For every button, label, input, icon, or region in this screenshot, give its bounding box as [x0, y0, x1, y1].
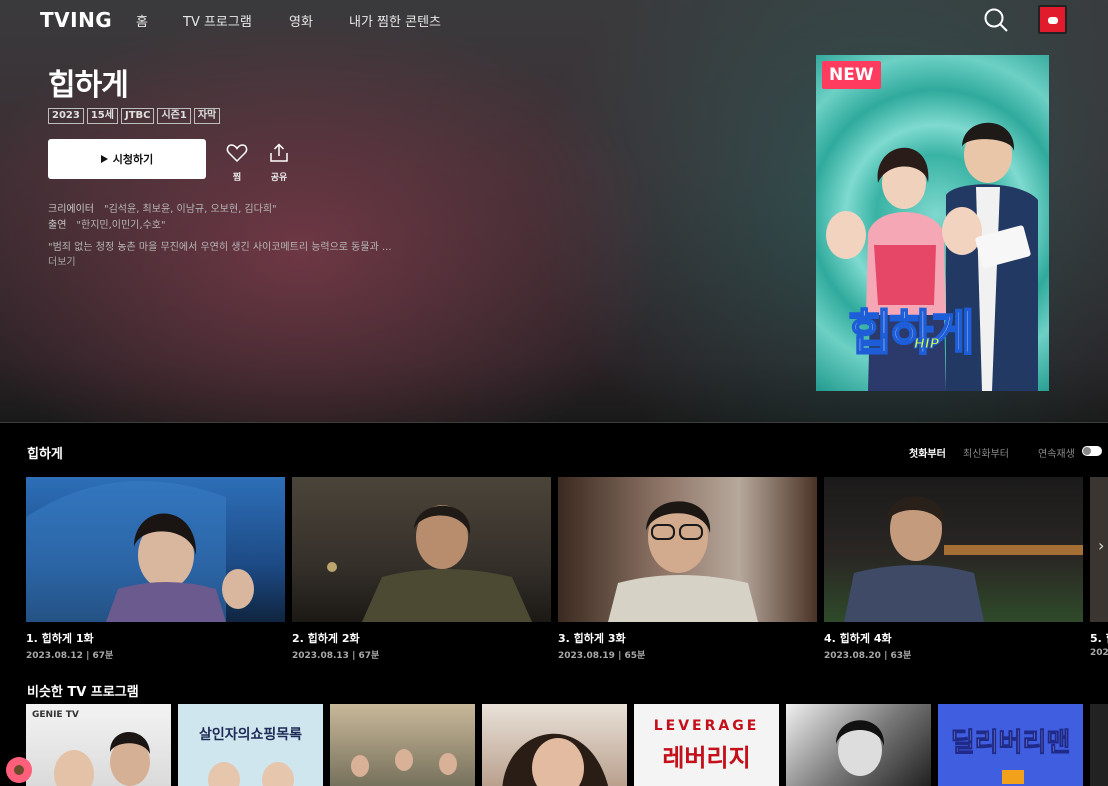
- delivery-box-icon: [1002, 770, 1024, 784]
- new-badge: NEW: [822, 61, 881, 89]
- play-icon: [100, 155, 108, 163]
- creator-row: 크리에이터 "김석윤, 최보윤, 이남규, 오보현, 김다희": [48, 200, 277, 215]
- top-nav: TVING 홈 TV 프로그램 영화 내가 찜한 콘텐츠: [0, 0, 1108, 40]
- nav-tv-program[interactable]: TV 프로그램: [183, 11, 252, 30]
- profile-avatar[interactable]: [1038, 5, 1067, 34]
- share-label: 공유: [270, 173, 288, 183]
- synopsis: "범죄 없는 청정 농촌 마을 무진에서 우연히 생긴 사이코메트리 능력으로 …: [48, 242, 392, 253]
- nav-my-list[interactable]: 내가 찜한 콘텐츠: [349, 11, 441, 30]
- share-icon: [270, 143, 288, 162]
- similar-item-art: [208, 762, 294, 786]
- autoplay-label: 연속재생: [1038, 449, 1075, 460]
- creator-key: 크리에이터: [48, 204, 94, 215]
- similar-item-label-2: 레버리지: [662, 744, 751, 772]
- search-icon[interactable]: [983, 7, 1009, 33]
- profile-face-icon: [1048, 17, 1058, 24]
- episode-title: 4. 힙하게 4화: [824, 632, 892, 645]
- similar-item-label: LEVERAGE: [653, 718, 760, 734]
- episode-meta: 2023.08.20 | 63분: [824, 651, 912, 661]
- episode-meta: 202: [1090, 648, 1108, 658]
- similar-item[interactable]: [1090, 704, 1108, 786]
- similar-item[interactable]: [482, 704, 627, 786]
- creator-value: "김석윤, 최보윤, 이남규, 오보현, 김다희": [104, 204, 277, 215]
- poster-subtitle: HIP: [913, 337, 940, 353]
- heart-icon: [226, 144, 248, 163]
- episode-thumbnail[interactable]: [26, 477, 285, 622]
- sort-first-button[interactable]: 첫화부터: [909, 445, 946, 460]
- flower-icon: [6, 757, 32, 783]
- episode-meta: 2023.08.19 | 65분: [558, 651, 646, 661]
- sort-latest-button[interactable]: 최신화부터: [963, 445, 1009, 460]
- cast-row: 출연 "한지민,이민기,수호": [48, 216, 166, 231]
- chevron-right-icon[interactable]: ›: [1098, 536, 1104, 555]
- episode-thumbnail[interactable]: [292, 477, 551, 622]
- divider: [0, 422, 1108, 423]
- similar-item[interactable]: LEVERAGE 레버리지: [634, 704, 779, 786]
- year-badge: 2023: [48, 108, 84, 124]
- similar-item[interactable]: [786, 704, 931, 786]
- similar-item[interactable]: [330, 704, 475, 786]
- info-badges: 2023 15세 JTBC 시즌1 자막: [48, 108, 221, 124]
- episode-meta: 2023.08.13 | 67분: [292, 651, 380, 661]
- similar-item-art: [351, 749, 457, 777]
- episode-title: 2. 힙하게 2화: [292, 632, 360, 645]
- nav-movie[interactable]: 영화: [289, 11, 313, 30]
- play-label: 시청하기: [112, 153, 154, 166]
- autoplay-toggle[interactable]: [1082, 446, 1102, 456]
- episode-meta: 2023.08.12 | 67분: [26, 651, 114, 661]
- like-button[interactable]: 찜: [222, 143, 252, 183]
- episode-thumbnail[interactable]: [824, 477, 1083, 622]
- age-rating-badge: 15세: [86, 108, 118, 124]
- poster-image: NEW 힙하게 HIP: [816, 55, 1049, 391]
- channel-badge: JTBC: [120, 108, 155, 124]
- similar-item-art: [502, 734, 608, 786]
- share-button[interactable]: 공유: [264, 143, 294, 183]
- tving-logo[interactable]: TVING: [40, 8, 112, 32]
- season-badge: 시즌1: [157, 108, 191, 124]
- episode-3-art: [608, 501, 758, 622]
- episode-title: 3. 힙하게 3화: [558, 632, 626, 645]
- cast-value: "한지민,이민기,수호": [76, 220, 166, 231]
- similar-item-art: [54, 731, 150, 786]
- episode-1-art: [26, 481, 254, 622]
- similar-item-art: [836, 720, 885, 776]
- similar-item[interactable]: 딜리버리맨: [938, 704, 1083, 786]
- nav-home[interactable]: 홈: [136, 11, 148, 30]
- cast-key: 출연: [48, 220, 67, 231]
- poster-title: 힙하게: [847, 304, 976, 362]
- like-label: 찜: [232, 173, 242, 183]
- similar-section-title: 비슷한 TV 프로그램: [27, 685, 139, 700]
- similar-item[interactable]: 살인자의쇼핑목록: [178, 704, 323, 786]
- subtitle-badge: 자막: [193, 108, 221, 124]
- similar-item[interactable]: GENIE TV: [26, 704, 171, 786]
- episodes-section-title: 힙하게: [27, 447, 63, 462]
- similar-item-label: 딜리버리맨: [950, 728, 1071, 759]
- episode-2-art: [327, 505, 532, 622]
- episode-4-art: [844, 496, 1083, 622]
- flower-center: [14, 765, 24, 775]
- episode-title: 1. 힙하게 1화: [26, 632, 94, 645]
- play-button[interactable]: 시청하기: [48, 139, 206, 179]
- more-link[interactable]: 더보기: [48, 253, 76, 268]
- episode-title: 5. 힙: [1090, 632, 1108, 645]
- episode-thumbnail[interactable]: [558, 477, 817, 622]
- page-title: 힙하게: [48, 68, 129, 103]
